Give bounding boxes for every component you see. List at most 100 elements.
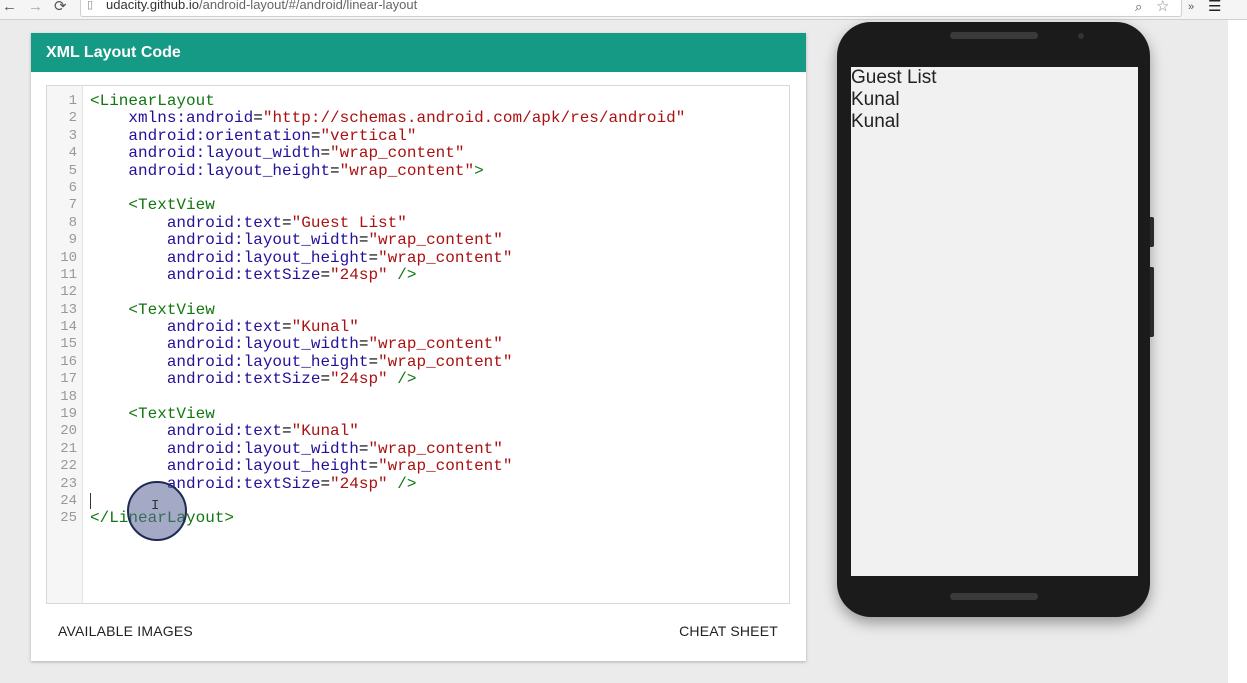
code-token-str: "Guest List" <box>291 213 407 232</box>
line-number: 17 <box>60 371 77 388</box>
address-bar[interactable]: ▯ udacity.github.io/android-layout/#/and… <box>80 0 1182 17</box>
code-token-attr: android:text <box>90 318 283 337</box>
code-text[interactable]: android:layout_height="wrap_content" <box>90 352 513 371</box>
line-number: 6 <box>68 179 77 196</box>
code-token-str: "vertical" <box>320 126 417 145</box>
card-title: XML Layout Code <box>31 33 806 72</box>
code-token-plain: = <box>282 422 292 441</box>
code-token-tag: /> <box>387 370 417 389</box>
line-number: 14 <box>60 319 77 336</box>
code-text[interactable]: android:layout_width="wrap_content" <box>90 336 503 353</box>
code-token-attr: xmlns:android <box>90 109 254 128</box>
phone-volume-button <box>1150 217 1154 247</box>
code-token-str: "wrap_content" <box>368 335 503 354</box>
phone-screen: Guest List Kunal Kunal <box>851 67 1138 576</box>
code-text[interactable]: android:layout_height="wrap_content" <box>90 457 513 476</box>
code-token-plain: = <box>358 439 369 458</box>
extensions-overflow-icon[interactable]: » <box>1188 0 1194 14</box>
code-text[interactable]: android:text="Guest List" <box>90 213 407 232</box>
menu-icon[interactable]: ☰ <box>1208 0 1221 14</box>
code-token-attr: android:layout_height <box>90 161 331 180</box>
reload-icon[interactable]: ⟳ <box>54 0 67 14</box>
line-number: 3 <box>68 127 77 144</box>
back-arrow-icon[interactable]: ← <box>2 0 17 14</box>
code-token-str: "wrap_content" <box>378 457 513 476</box>
page-edge <box>1228 20 1247 683</box>
code-token-plain: = <box>358 231 369 250</box>
code-token-plain: = <box>320 144 331 163</box>
line-number: 10 <box>60 249 77 266</box>
code-text[interactable]: <LinearLayout <box>90 92 215 110</box>
line-number: 2 <box>68 110 77 127</box>
line-number: 1 <box>68 93 77 109</box>
code-token-str: "24sp" <box>330 265 388 284</box>
line-number: 13 <box>60 301 77 318</box>
code-token-attr: android:text <box>90 422 283 441</box>
code-token-str: "wrap_content" <box>330 144 465 163</box>
code-text[interactable]: android:layout_width="wrap_content" <box>90 439 503 458</box>
code-text[interactable]: android:orientation="vertical" <box>90 126 417 145</box>
code-token-str: "wrap_content" <box>368 439 503 458</box>
line-number: 4 <box>68 145 77 162</box>
code-token-str: "wrap_content" <box>368 231 503 250</box>
text-caret <box>90 492 91 509</box>
code-token-attr: android:layout_width <box>90 439 359 458</box>
line-number: 7 <box>68 197 77 214</box>
line-number: 15 <box>60 336 77 353</box>
code-text[interactable]: <TextView <box>90 196 215 215</box>
line-number: 20 <box>60 423 77 440</box>
code-text[interactable]: android:layout_height="wrap_content"> <box>90 161 483 180</box>
code-text[interactable]: android:layout_width="wrap_content" <box>90 144 465 163</box>
code-token-str: "wrap_content" <box>378 248 513 267</box>
star-icon[interactable]: ☆ <box>1156 0 1169 14</box>
code-text[interactable]: android:layout_width="wrap_content" <box>90 231 503 250</box>
line-number: 5 <box>68 162 77 179</box>
textview-item: Kunal <box>851 111 900 132</box>
url-domain: udacity.github.io <box>106 0 199 12</box>
screen-text-list: Guest List Kunal Kunal <box>851 67 937 133</box>
line-number: 24 <box>60 492 77 509</box>
code-token-str: "24sp" <box>330 474 388 493</box>
browser-toolbar: ← → ⟳ ▯ udacity.github.io/android-layout… <box>0 0 1247 20</box>
code-token-attr: android:textSize <box>90 370 321 389</box>
page-icon: ▯ <box>87 0 94 11</box>
code-text[interactable]: android:text="Kunal" <box>90 423 359 440</box>
code-token-attr: android:orientation <box>90 126 311 145</box>
line-number: 21 <box>60 440 77 457</box>
url-text: udacity.github.io/android-layout/#/andro… <box>106 0 417 14</box>
textview-item: Kunal <box>851 89 900 110</box>
code-text[interactable]: android:textSize="24sp" /> <box>90 265 417 284</box>
zoom-icon[interactable]: ⌕ <box>1135 0 1142 14</box>
code-token-str: "wrap_content" <box>339 161 475 180</box>
code-token-tag: <TextView <box>90 196 215 215</box>
code-token-attr: android:layout_height <box>90 457 369 476</box>
code-text[interactable]: android:text="Kunal" <box>90 318 359 337</box>
phone-power-button <box>1150 267 1154 337</box>
code-token-plain: = <box>282 213 292 232</box>
xml-layout-card: XML Layout Code 1 <LinearLayout 2 xmlns:an… <box>31 33 806 661</box>
line-number: 12 <box>60 284 77 301</box>
code-token-str: "Kunal" <box>291 318 359 337</box>
code-token-str: "wrap_content" <box>378 352 513 371</box>
phone-speaker-top <box>950 32 1038 39</box>
available-images-link[interactable]: AVAILABLE IMAGES <box>58 623 193 639</box>
code-text[interactable]: xmlns:android="http://schemas.android.co… <box>90 110 685 127</box>
code-token-attr: android:layout_height <box>90 352 369 371</box>
code-token-attr: android:layout_height <box>90 248 369 267</box>
code-token-attr: android:textSize <box>90 474 321 493</box>
code-text[interactable]: <TextView <box>90 301 214 319</box>
line-number: 22 <box>60 458 77 475</box>
line-number: 11 <box>60 266 77 283</box>
cheat-sheet-link[interactable]: CHEAT SHEET <box>679 623 778 639</box>
phone-preview: Guest List Kunal Kunal <box>837 22 1154 617</box>
code-text[interactable]: android:textSize="24sp" /> <box>90 370 417 389</box>
code-text[interactable]: android:layout_height="wrap_content" <box>90 248 513 267</box>
code-token-plain: = <box>368 352 379 371</box>
code-token-str: "http://schemas.android.com/apk/res/andr… <box>262 109 686 128</box>
code-text[interactable]: <TextView <box>90 405 214 423</box>
line-number: 8 <box>68 214 77 231</box>
code-token-plain: = <box>368 457 379 476</box>
forward-arrow-icon[interactable]: → <box>28 0 43 14</box>
url-path: /android-layout/#/android/linear-layout <box>199 0 418 12</box>
line-number: 16 <box>60 353 77 370</box>
